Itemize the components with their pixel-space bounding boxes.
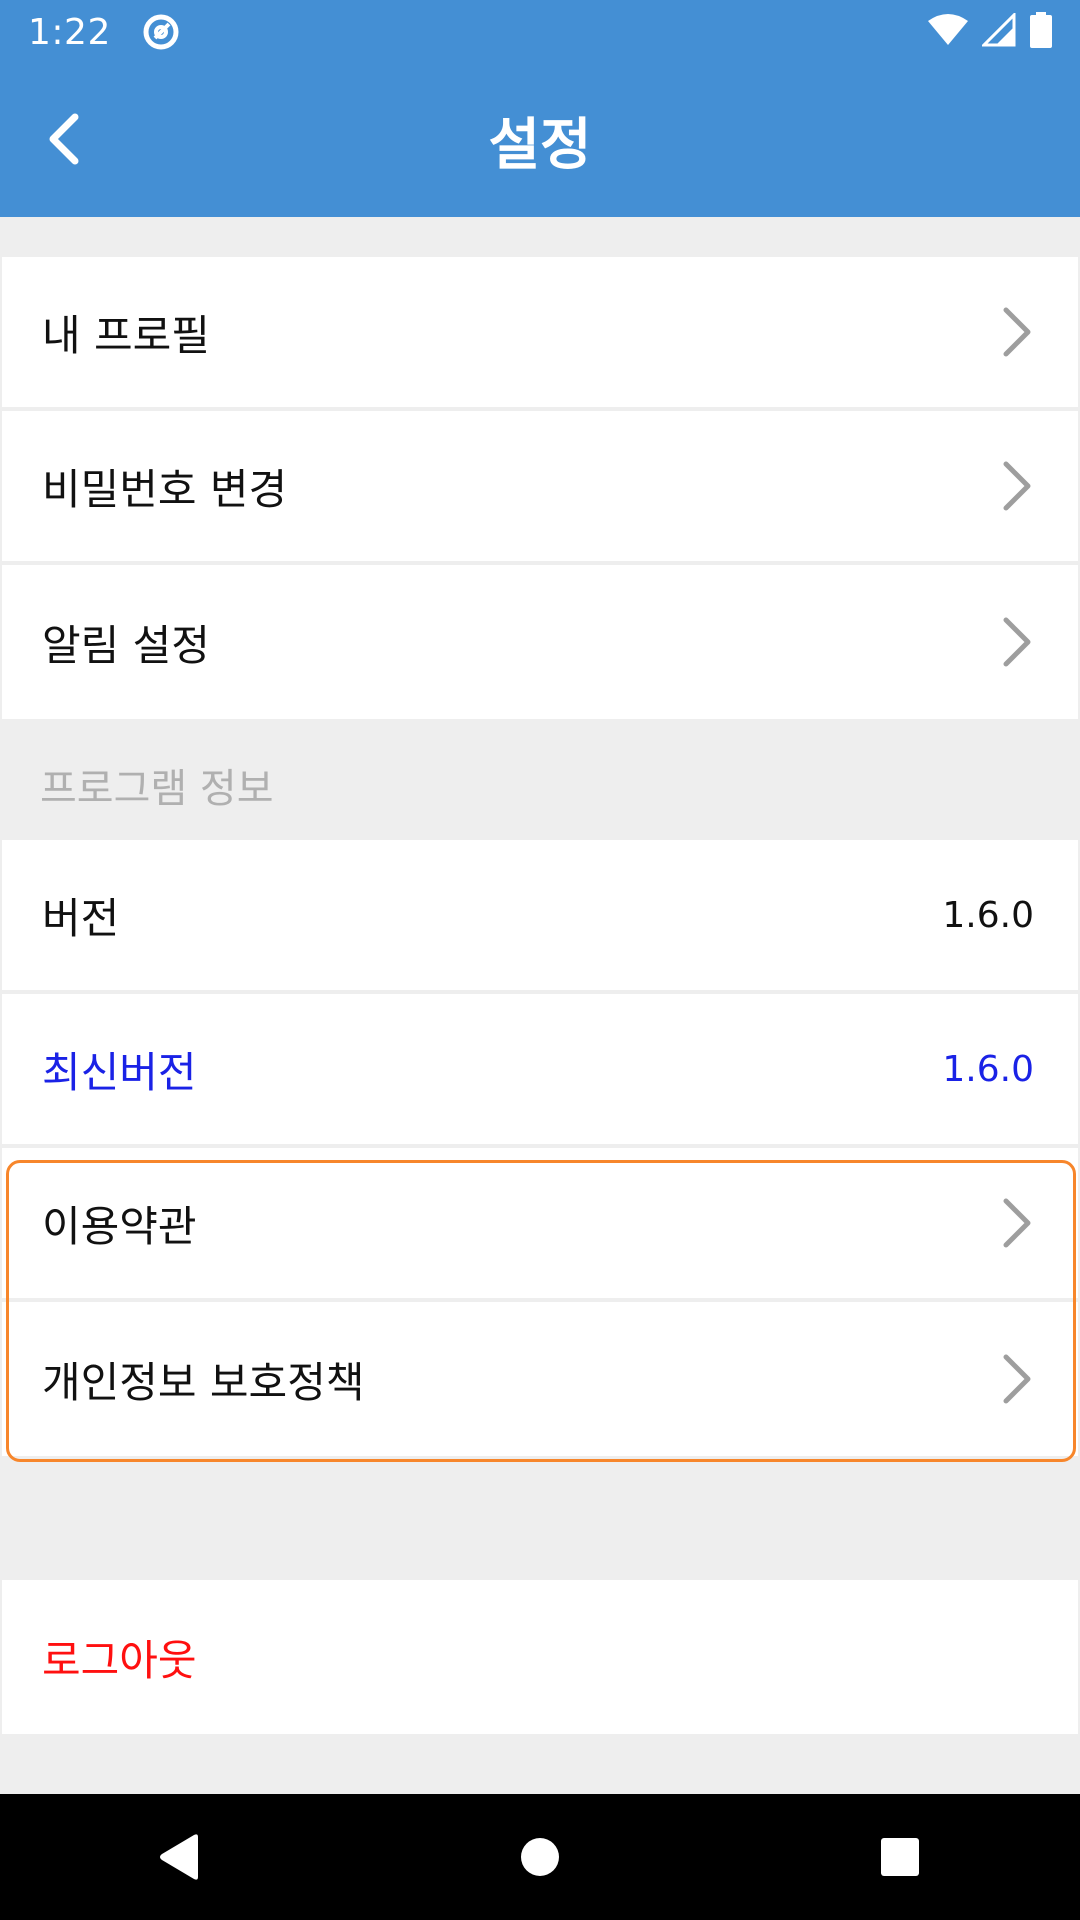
list-item-version: 버전 1.6.0 [2, 840, 1078, 994]
at-sign-notification-icon [141, 12, 181, 52]
list-item-privacy-policy[interactable]: 개인정보 보호정책 [2, 1302, 1078, 1456]
latest-version-label: 최신버전 [42, 1047, 197, 1097]
list-item-terms-of-use[interactable]: 이용약관 [2, 1148, 1078, 1302]
list-item-label: 내 프로필 [42, 310, 210, 360]
square-recents-icon [881, 1838, 919, 1876]
account-settings-list: 내 프로필 비밀번호 변경 알림 설정 [2, 257, 1078, 719]
nav-recents-button[interactable] [840, 1797, 960, 1917]
logout-list: 로그아웃 [2, 1580, 1078, 1734]
list-item-my-profile[interactable]: 내 프로필 [2, 257, 1078, 411]
version-value: 1.6.0 [942, 894, 1034, 936]
list-item-change-password[interactable]: 비밀번호 변경 [2, 411, 1078, 565]
chevron-right-icon [1000, 460, 1034, 512]
app-bar: 설정 [0, 64, 1080, 217]
page-title: 설정 [488, 113, 592, 178]
chevron-right-icon [1000, 1197, 1034, 1249]
chevron-right-icon [1000, 1353, 1034, 1405]
version-label: 버전 [42, 893, 120, 943]
status-bar: 1:22 [0, 0, 1080, 64]
chevron-right-icon [1000, 616, 1034, 668]
list-item-label: 이용약관 [42, 1201, 197, 1251]
list-item-label: 알림 설정 [42, 620, 210, 670]
wifi-icon [928, 13, 968, 51]
status-time: 1:22 [28, 11, 111, 53]
cellular-signal-icon [980, 11, 1016, 51]
logout-label: 로그아웃 [42, 1635, 197, 1685]
list-item-label: 개인정보 보호정책 [42, 1357, 365, 1407]
system-navigation-bar [0, 1794, 1080, 1920]
nav-home-button[interactable] [480, 1797, 600, 1917]
triangle-back-icon [160, 1834, 198, 1880]
list-item-latest-version[interactable]: 최신버전 1.6.0 [2, 994, 1078, 1148]
section-header-program-info: 프로그램 정보 [40, 766, 274, 812]
battery-icon [1030, 12, 1052, 52]
nav-back-button[interactable] [120, 1797, 240, 1917]
latest-version-value: 1.6.0 [942, 1048, 1034, 1090]
list-item-label: 비밀번호 변경 [42, 464, 288, 514]
circle-home-icon [521, 1838, 559, 1876]
chevron-right-icon [1000, 306, 1034, 358]
logout-button[interactable]: 로그아웃 [2, 1580, 1078, 1734]
program-info-list: 버전 1.6.0 최신버전 1.6.0 이용약관 개인정보 보호정책 [2, 840, 1078, 1456]
list-item-notification-settings[interactable]: 알림 설정 [2, 565, 1078, 719]
